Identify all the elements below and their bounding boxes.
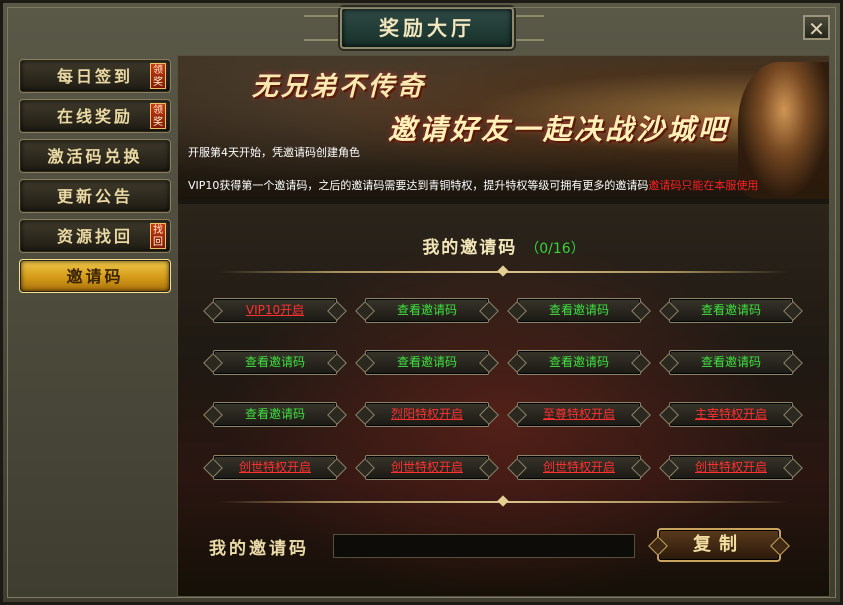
code-count: 0/16 xyxy=(539,241,571,257)
unlock-condition-button[interactable]: 烈阳特权开启 xyxy=(365,402,489,427)
view-code-button[interactable]: 查看邀请码 xyxy=(365,298,489,323)
view-code-button[interactable]: 查看邀请码 xyxy=(365,350,489,375)
unlock-condition-button[interactable]: 创世特权开启 xyxy=(213,455,337,480)
copy-button[interactable]: 复制 xyxy=(657,528,781,562)
unlock-condition-button[interactable]: 创世特权开启 xyxy=(517,455,641,480)
title-ornament-right xyxy=(510,15,544,41)
close-icon: ✕ xyxy=(808,17,825,41)
sidebar-item-label: 激活码兑换 xyxy=(47,147,143,166)
divider-top xyxy=(218,271,789,273)
unlock-condition-button[interactable]: 至尊特权开启 xyxy=(517,402,641,427)
sidebar: 每日签到 领奖 在线奖励 领奖 激活码兑换 更新公告 资源找回 找回 邀请码 xyxy=(19,59,171,299)
info-warning: 邀请码只能在本服使用 xyxy=(648,179,759,192)
invite-codes-heading: 我的邀请码 （0/16） xyxy=(178,233,829,258)
sidebar-item-label: 邀请码 xyxy=(66,267,124,286)
sidebar-item-activation-code[interactable]: 激活码兑换 xyxy=(19,139,171,173)
divider-bottom xyxy=(218,501,789,503)
view-code-button[interactable]: 查看邀请码 xyxy=(669,350,793,375)
unlock-condition-button[interactable]: 创世特权开启 xyxy=(365,455,489,480)
unlock-condition-button[interactable]: VIP10开启 xyxy=(213,298,337,323)
unlock-condition-button[interactable]: 主宰特权开启 xyxy=(669,402,793,427)
sidebar-item-label: 更新公告 xyxy=(56,187,133,206)
code-count-open: （ xyxy=(525,241,540,257)
sidebar-item-label: 每日签到 xyxy=(56,67,133,86)
sidebar-item-announcement[interactable]: 更新公告 xyxy=(19,179,171,213)
sidebar-item-resource-retrieve[interactable]: 资源找回 找回 xyxy=(19,219,171,253)
view-code-button[interactable]: 查看邀请码 xyxy=(517,298,641,323)
code-count-close: ） xyxy=(570,241,585,257)
invite-panel: 无兄弟不传奇 邀请好友一起决战沙城吧 开服第4天开始，凭邀请码创建角色 VIP1… xyxy=(177,55,830,597)
my-code-field[interactable] xyxy=(333,534,635,558)
view-code-button[interactable]: 查看邀请码 xyxy=(213,402,337,427)
sidebar-item-label: 资源找回 xyxy=(56,227,133,246)
banner-slogan-2: 邀请好友一起决战沙城吧 xyxy=(388,113,730,146)
sidebar-item-daily-signin[interactable]: 每日签到 领奖 xyxy=(19,59,171,93)
banner-slogan-1: 无兄弟不传奇 xyxy=(252,72,427,102)
claim-badge: 领奖 xyxy=(150,63,166,89)
my-code-label: 我的邀请码 xyxy=(209,539,309,559)
title-ornament-left xyxy=(304,15,338,41)
banner-info-2: VIP10获得第一个邀请码，之后的邀请码需要达到青铜特权，提升特权等级可拥有更多… xyxy=(188,177,758,193)
view-code-button[interactable]: 查看邀请码 xyxy=(669,298,793,323)
reward-hall-window: 奖励大厅 ✕ 每日签到 领奖 在线奖励 领奖 激活码兑换 更新公告 资源找回 找… xyxy=(0,0,843,605)
view-code-button[interactable]: 查看邀请码 xyxy=(213,350,337,375)
claim-badge: 领奖 xyxy=(150,103,166,129)
sidebar-item-label: 在线奖励 xyxy=(56,107,133,126)
heading-text: 我的邀请码 xyxy=(422,238,518,258)
retrieve-badge: 找回 xyxy=(150,223,166,249)
close-button[interactable]: ✕ xyxy=(803,15,830,41)
invite-banner: 无兄弟不传奇 邀请好友一起决战沙城吧 开服第4天开始，凭邀请码创建角色 VIP1… xyxy=(178,56,829,199)
banner-info-1: 开服第4天开始，凭邀请码创建角色 xyxy=(188,146,360,159)
view-code-button[interactable]: 查看邀请码 xyxy=(517,350,641,375)
info-text: VIP10获得第一个邀请码，之后的邀请码需要达到青铜特权，提升特权等级可拥有更多… xyxy=(188,179,649,192)
unlock-condition-button[interactable]: 创世特权开启 xyxy=(669,455,793,480)
window-title: 奖励大厅 xyxy=(340,7,514,49)
sidebar-item-online-reward[interactable]: 在线奖励 领奖 xyxy=(19,99,171,133)
sidebar-item-invite-code[interactable]: 邀请码 xyxy=(19,259,171,293)
